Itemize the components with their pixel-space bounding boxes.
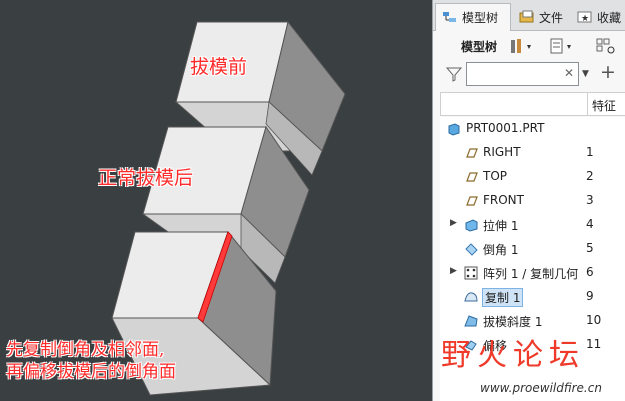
tree-row-label: 倒角 1 [483, 243, 519, 257]
watermark-title: 野火论坛 [441, 338, 585, 373]
filter-row: ✕ ▼ + [433, 60, 625, 88]
add-filter-icon[interactable]: + [600, 61, 616, 83]
part-icon [446, 121, 462, 137]
tab-favorites-label: 收藏 [597, 10, 622, 25]
tree-row[interactable]: ▶ 阵列 1 / 复制几何 6 [440, 261, 625, 284]
tree-row[interactable]: 拔模斜度 1 10 [440, 309, 625, 332]
tree-row[interactable]: 倒角 1 5 [440, 237, 625, 260]
annotation-note-line-2: 再偏移拔模后的倒角面 [6, 362, 176, 382]
expand-arrow-icon[interactable]: ▶ [450, 266, 457, 276]
annotation-after-draft: 正常拔模后 [98, 167, 194, 189]
tree-row-number: 4 [586, 217, 594, 231]
tree-row[interactable]: FRONT 3 [440, 189, 625, 212]
svg-text:★: ★ [581, 14, 589, 24]
tree-row[interactable]: 复制 1 9 [440, 285, 625, 308]
annotation-before-draft: 拔模前 [190, 56, 248, 78]
tree-row[interactable]: TOP 2 [440, 165, 625, 188]
model-tree-icon [442, 11, 458, 25]
tree-row-label: FRONT [483, 193, 524, 207]
tree-column-header: 特征 [440, 92, 625, 116]
favorites-icon: ★ [577, 10, 593, 24]
tree-row-label: TOP [483, 169, 508, 183]
graphics-viewport[interactable]: 拔模前 正常拔模后 先复制倒角及相邻面, 再偏移拔模后的倒角面 [0, 0, 432, 401]
chamfer-icon [463, 241, 479, 257]
tree-row-number: 1 [586, 145, 594, 159]
watermark-url: www.proewildfire.cn [480, 381, 602, 395]
tree-row-label: 阵列 1 / 复制几何 [483, 267, 579, 281]
filter-icon[interactable] [445, 66, 463, 86]
extrude-icon [463, 217, 479, 233]
tree-row[interactable]: ▶ 拉伸 1 4 [440, 213, 625, 236]
tree-row-number: 5 [586, 241, 594, 255]
tree-row-number: 3 [586, 193, 594, 207]
tree-row[interactable]: PRT0001.PRT [440, 117, 625, 140]
tab-model-tree-label: 模型树 [462, 11, 499, 25]
tree-toolbar-label: 模型树 [461, 40, 498, 54]
tree-row-number: 2 [586, 169, 594, 183]
tab-favorites[interactable]: ★ 收藏 [571, 3, 625, 31]
folder-icon [519, 10, 535, 24]
clear-search-icon[interactable]: ✕ [564, 66, 574, 80]
tab-folder-label: 文件 [539, 10, 564, 25]
tab-model-tree[interactable]: 模型树 [435, 3, 511, 31]
show-options-icon[interactable] [549, 37, 575, 59]
tree-row-number: 6 [586, 265, 594, 279]
tree-row-label: 拔模斜度 1 [483, 315, 543, 329]
pattern-icon [463, 265, 479, 281]
tree-row-number: 9 [586, 289, 594, 303]
tree-toolbar: 模型树 [433, 33, 625, 59]
expand-arrow-icon[interactable]: ▶ [450, 218, 457, 228]
search-dropdown-icon[interactable]: ▼ [582, 69, 589, 79]
draft-icon [463, 313, 479, 329]
datum-plane-icon [463, 145, 479, 161]
search-input[interactable] [466, 62, 579, 86]
annotation-note-line-1: 先复制倒角及相邻面, [6, 340, 165, 360]
tree-row-number: 11 [586, 337, 602, 351]
tree-row-label: 复制 1 [481, 288, 524, 307]
settings-tool-icon[interactable] [509, 37, 535, 59]
tree-columns-icon[interactable] [595, 37, 619, 59]
datum-plane-icon [463, 193, 479, 209]
tree-row-number: 10 [586, 313, 602, 327]
column-feature-label[interactable]: 特征 [592, 97, 616, 114]
tree-row[interactable]: RIGHT 1 [440, 141, 625, 164]
tree-row-label: PRT0001.PRT [466, 121, 545, 135]
tree-row-label: 拉伸 1 [483, 219, 519, 233]
navigator-tabs: 模型树 文件 ★ 收藏 [433, 0, 625, 31]
tab-folder[interactable]: 文件 [513, 3, 569, 31]
tree-row-label: RIGHT [483, 145, 521, 159]
column-separator[interactable] [587, 93, 588, 115]
copy-surface-icon [463, 289, 479, 305]
datum-plane-icon [463, 169, 479, 185]
annotation-note: 先复制倒角及相邻面, 再偏移拔模后的倒角面 [6, 339, 176, 383]
